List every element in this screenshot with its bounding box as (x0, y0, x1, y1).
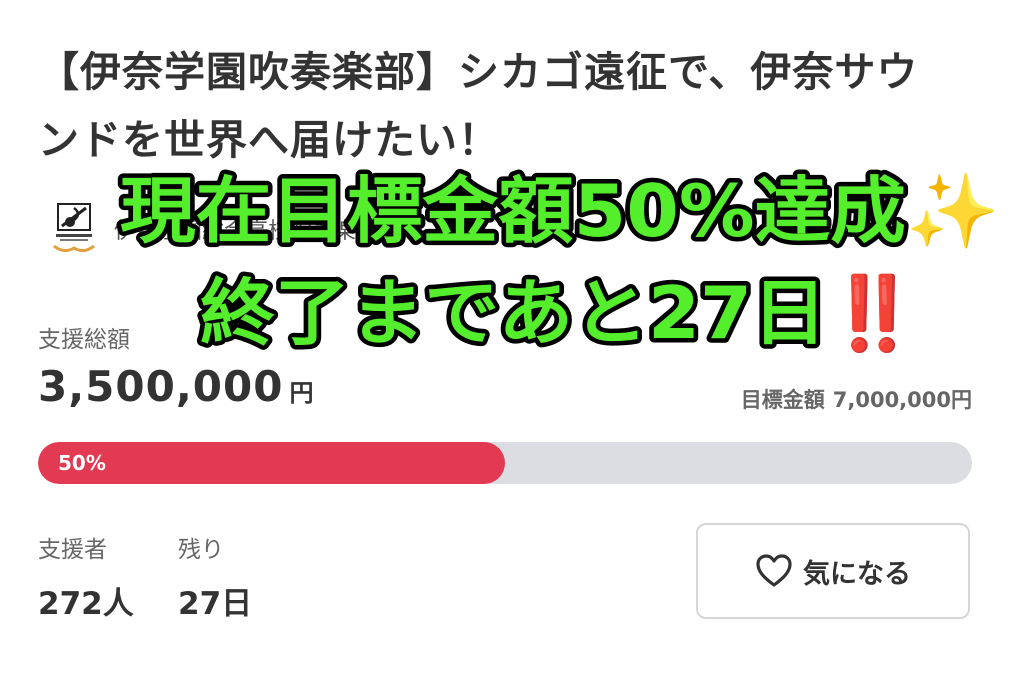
promo-line-days-left: 終了まであと27日‼️ (200, 271, 920, 355)
watch-button[interactable]: 気になる (696, 523, 970, 619)
remaining-stat: 残り 27日 (178, 530, 252, 623)
funding-progress-label: 50% (58, 451, 106, 475)
total-funding-label: 支援総額 (38, 327, 130, 353)
remaining-label: 残り (178, 537, 224, 563)
funding-progress-fill (38, 442, 505, 484)
organizer[interactable]: 伊奈学園総合高校吹奏楽部 (48, 202, 378, 256)
goal-amount: 目標金額 7,000,000円 (741, 384, 972, 414)
school-band-emblem-icon (53, 203, 95, 253)
funding-progress-bar: 50% (38, 442, 972, 484)
watch-button-label: 気になる (803, 558, 911, 590)
total-funding-amount: 3,500,000 (38, 362, 284, 411)
supporters-stat: 支援者 272人 (38, 530, 134, 623)
goal-value: 7,000,000円 (832, 388, 972, 412)
heart-outline-icon (756, 554, 792, 587)
supporters-count: 272人 (38, 586, 134, 622)
total-funding: 3,500,000 円 (38, 362, 313, 411)
organizer-name[interactable]: 伊奈学園総合高校吹奏楽部 (114, 213, 378, 245)
promo-overlay: 現在目標金額50%達成✨ 終了まであと27日‼️ (0, 168, 1010, 358)
remaining-days: 27日 (178, 586, 253, 622)
supporters-label: 支援者 (38, 537, 107, 563)
currency-unit: 円 (289, 379, 314, 407)
project-title: 【伊奈学園吹奏楽部】シカゴ遠征で、伊奈サウンドを世界へ届けたい！ (38, 48, 919, 164)
goal-label: 目標金額 (740, 388, 825, 412)
